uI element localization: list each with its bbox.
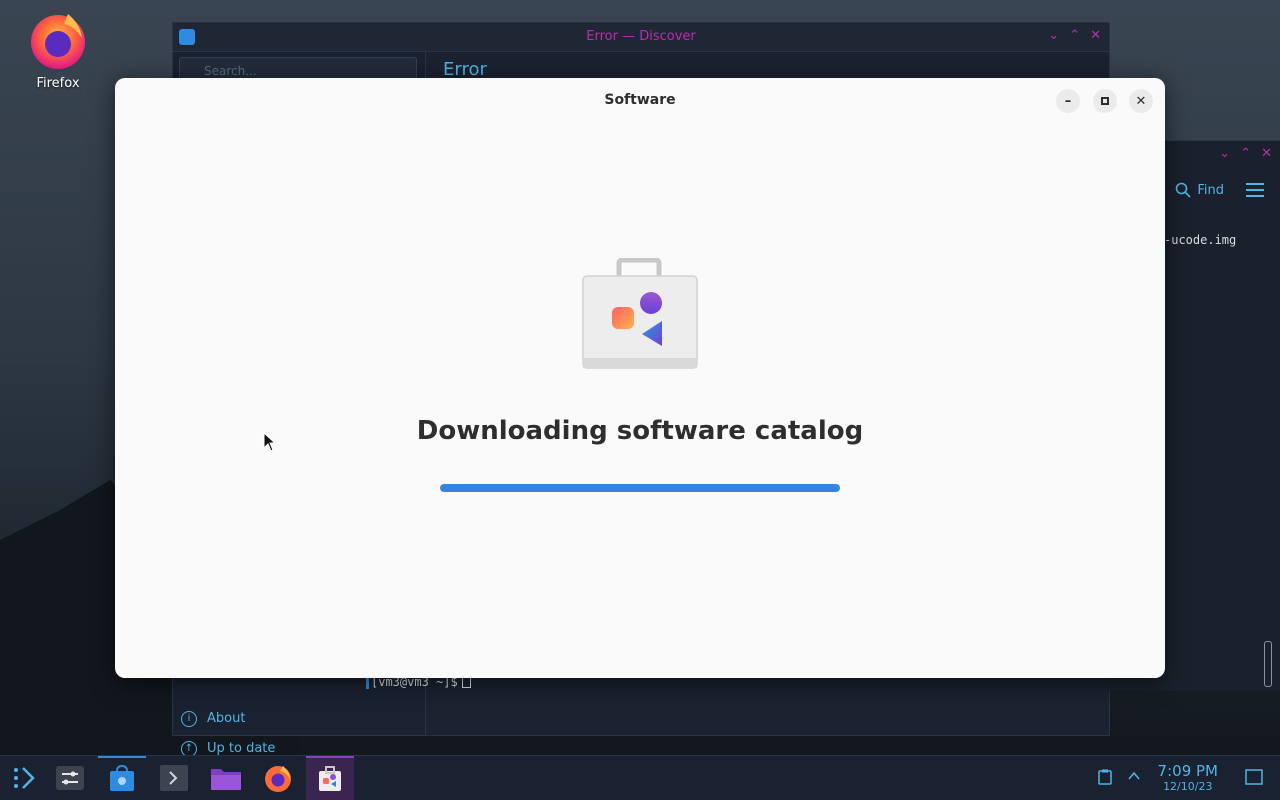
terminal-output-line: -ucode.img: [1164, 233, 1237, 247]
software-icon: [319, 766, 341, 791]
taskbar-launcher[interactable]: [0, 756, 48, 800]
minimize-button[interactable]: –: [1056, 89, 1080, 113]
discover-window-title: Error — Discover: [586, 29, 696, 44]
sidebar-item-about[interactable]: i About: [181, 707, 245, 731]
maximize-button[interactable]: [1093, 89, 1117, 113]
taskbar: 7:09 PM 12/10/23: [0, 755, 1280, 800]
sidebar-item-label: About: [207, 711, 246, 726]
terminal-scrollbar[interactable]: [1264, 641, 1272, 687]
software-dialog: Software – ✕ Downloading software catalo…: [115, 78, 1165, 678]
desktop-icon-firefox[interactable]: Firefox: [22, 8, 94, 91]
progress-fill: [440, 484, 840, 492]
launcher-icon: [14, 767, 35, 789]
terminal-window-controls: ⌄ ⌃ ✕: [1219, 146, 1272, 161]
settings-icon: [56, 766, 84, 790]
search-icon: [1176, 182, 1191, 198]
folder-icon: [211, 769, 241, 790]
firefox-icon: [31, 14, 85, 69]
minimize-icon[interactable]: ⌄: [1219, 146, 1230, 161]
minimize-icon[interactable]: ⌄: [1048, 28, 1059, 43]
clock-date: 12/10/23: [1163, 780, 1213, 793]
info-icon: i: [181, 711, 197, 727]
close-icon[interactable]: ✕: [1090, 28, 1101, 43]
firefox-icon: [265, 766, 291, 792]
find-button[interactable]: Find: [1175, 182, 1224, 198]
progress-bar: [440, 484, 840, 492]
taskbar-file-manager[interactable]: [202, 756, 250, 800]
find-label: Find: [1197, 182, 1224, 198]
hamburger-menu-icon[interactable]: [1246, 183, 1264, 201]
taskbar-firefox[interactable]: [254, 756, 302, 800]
discover-page-title: Error: [443, 59, 487, 80]
taskbar-clock[interactable]: 7:09 PM 12/10/23: [1158, 762, 1218, 793]
clipboard-icon[interactable]: [1098, 769, 1112, 789]
discover-icon: [110, 765, 134, 791]
close-button[interactable]: ✕: [1129, 89, 1153, 113]
desktop-icon-label: Firefox: [36, 76, 80, 91]
close-icon[interactable]: ✕: [1261, 146, 1272, 161]
chevron-up-icon[interactable]: [1127, 769, 1141, 787]
taskbar-terminal[interactable]: [150, 756, 198, 800]
discover-window-controls: ⌄ ⌃ ✕: [1048, 28, 1101, 43]
clock-time: 7:09 PM: [1157, 762, 1218, 780]
show-desktop-icon[interactable]: [1245, 769, 1263, 789]
taskbar-discover[interactable]: [98, 756, 146, 800]
taskbar-software[interactable]: [306, 756, 354, 800]
terminal-icon: [160, 765, 188, 791]
mouse-pointer-icon: [263, 432, 277, 452]
maximize-icon[interactable]: ⌃: [1240, 146, 1251, 161]
software-dialog-title: Software: [604, 92, 676, 108]
discover-titlebar[interactable]: Error — Discover ⌄ ⌃ ✕: [173, 23, 1109, 52]
software-bag-icon: [582, 258, 698, 369]
taskbar-settings[interactable]: [46, 756, 94, 800]
maximize-icon[interactable]: ⌃: [1069, 28, 1080, 43]
minimize-icon: –: [1064, 93, 1072, 109]
close-icon: ✕: [1135, 93, 1147, 109]
maximize-icon: [1101, 97, 1109, 105]
